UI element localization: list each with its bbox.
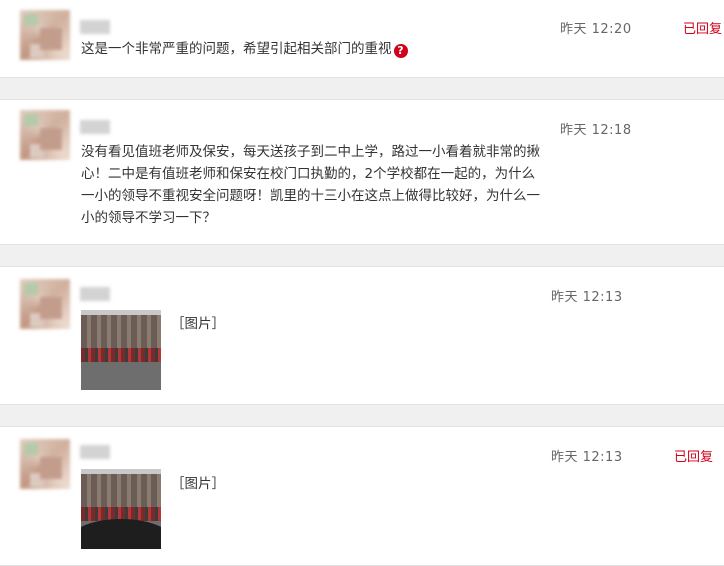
comment-text-line: 一小的领导不重视安全问题呀！凯里的十三小在这点上做得比较好，为什么一: [81, 188, 540, 204]
username[interactable]: [80, 287, 110, 301]
image-label: ［图片］: [171, 476, 225, 492]
comment-time: 昨天 12:18: [560, 123, 632, 138]
question-mark-icon: ?: [393, 44, 408, 58]
photo-thumbnail[interactable]: [81, 310, 161, 390]
username[interactable]: [80, 20, 110, 34]
image-label: ［图片］: [171, 316, 225, 332]
avatar[interactable]: [20, 439, 70, 489]
comment-text-line: 这是一个非常严重的问题，希望引起相关部门的重视: [81, 41, 392, 57]
username[interactable]: [80, 120, 110, 134]
comment-text-line: 小的领导不学习一下？: [81, 210, 216, 226]
comment-card: 昨天 12:13 ［图片］: [0, 266, 724, 405]
avatar[interactable]: [20, 279, 70, 329]
comment-time: 昨天 12:20: [560, 22, 632, 37]
comment-card: 昨天 12:18 没有看见值班老师及保安，每天送孩子到二中上学，路过一小看着就非…: [0, 99, 724, 245]
comment-text: 这是一个非常严重的问题，希望引起相关部门的重视?: [81, 38, 408, 60]
photo-thumbnail[interactable]: [81, 469, 161, 549]
comment-card: 昨天 12:13 已回复 ［图片］: [0, 426, 724, 566]
comment-time: 昨天 12:13: [551, 450, 623, 465]
avatar[interactable]: [20, 10, 70, 60]
replied-status: 已回复: [683, 22, 723, 37]
replied-status: 已回复: [674, 450, 714, 465]
comment-text: 没有看见值班老师及保安，每天送孩子到二中上学，路过一小看着就非常的揪 心！二中是…: [81, 141, 561, 229]
comment-time: 昨天 12:13: [551, 290, 623, 305]
comment-text-line: 没有看见值班老师及保安，每天送孩子到二中上学，路过一小看着就非常的揪: [81, 144, 540, 160]
comment-card: 昨天 12:20 已回复 这是一个非常严重的问题，希望引起相关部门的重视?: [0, 0, 724, 78]
username[interactable]: [80, 445, 110, 459]
comment-text-line: 心！二中是有值班老师和保安在校门口执勤的，2个学校都在一起的，为什么: [81, 166, 536, 182]
avatar[interactable]: [20, 110, 70, 160]
